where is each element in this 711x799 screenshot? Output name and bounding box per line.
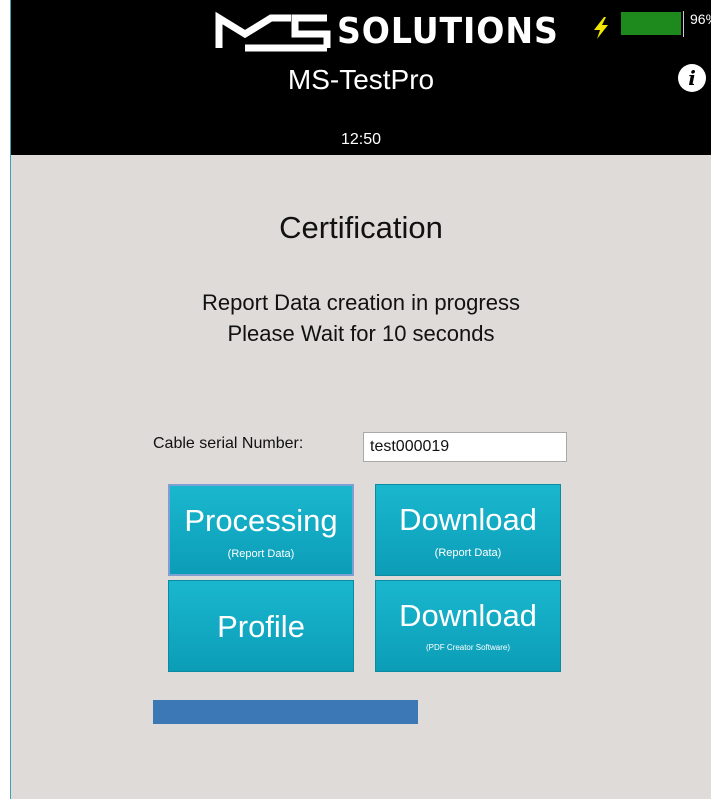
processing-button[interactable]: Processing (Report Data) — [168, 484, 354, 576]
download-report-sublabel: (Report Data) — [434, 547, 502, 559]
page-title: Certification — [279, 210, 443, 245]
processing-label: Processing — [184, 503, 338, 538]
status-message: Report Data creation in progress Please … — [11, 287, 711, 349]
left-edge-panel — [0, 0, 10, 799]
download-pdf-sublabel: (PDF Creator Software) — [425, 643, 511, 652]
brand-logo: SOLUTIONS — [215, 8, 558, 54]
brand-text: SOLUTIONS — [337, 11, 559, 52]
app-name: MS-TestPro — [287, 64, 435, 95]
download-pdf-button[interactable]: Download (PDF Creator Software) — [375, 580, 561, 672]
app-header: SOLUTIONS MS-TestPro 12:50 96% i — [11, 0, 711, 155]
clock: 12:50 — [340, 131, 382, 148]
download-report-button[interactable]: Download (Report Data) — [375, 484, 561, 576]
processing-sublabel: (Report Data) — [227, 548, 295, 560]
status-line-2: Please Wait for 10 seconds — [227, 321, 495, 346]
battery-level-bar — [621, 12, 681, 35]
info-glyph: i — [688, 66, 696, 90]
lightning-bolt-icon — [594, 17, 608, 39]
status-line-1: Report Data creation in progress — [202, 290, 520, 315]
download-report-label: Download — [399, 502, 537, 537]
progress-bar — [153, 700, 418, 724]
profile-button[interactable]: Profile — [168, 580, 354, 672]
info-icon[interactable]: i — [678, 64, 706, 92]
ms-logo-icon — [215, 11, 331, 52]
download-pdf-label: Download — [399, 598, 537, 633]
serial-number-label: Cable serial Number: — [153, 435, 304, 452]
serial-number-input[interactable] — [363, 432, 567, 462]
battery-percent: 96% — [683, 11, 711, 37]
profile-label: Profile — [217, 609, 305, 644]
